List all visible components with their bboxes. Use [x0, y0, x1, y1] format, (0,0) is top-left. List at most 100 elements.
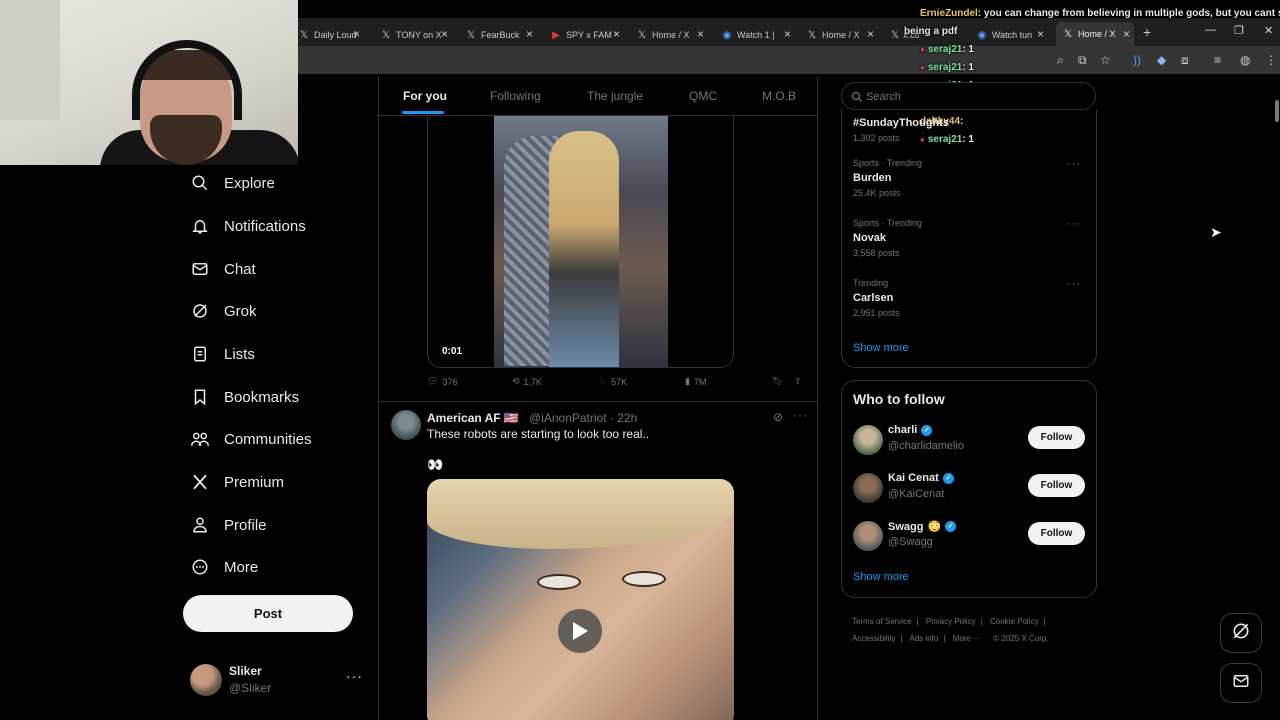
- follow-suggestion[interactable]: Swagg 😳 ✓ @Swagg Follow: [853, 520, 1093, 552]
- tab-qmc[interactable]: QMC: [689, 89, 717, 103]
- browser-tab-fearbuck[interactable]: 𝕏 FearBuck ×: [465, 25, 533, 45]
- footer-link[interactable]: Ads info: [909, 634, 938, 643]
- search-bar[interactable]: [841, 82, 1096, 110]
- sidebar-item-communities[interactable]: Communities: [190, 423, 312, 455]
- messages-float-button[interactable]: [1220, 663, 1262, 703]
- post[interactable]: American AF 🇺🇸 @iAnonPatriot · 22h ⊘ ···…: [379, 402, 817, 720]
- browser-tab-home-1[interactable]: 𝕏 Home / X ×: [636, 25, 704, 45]
- sidebar-item-more[interactable]: More: [190, 551, 258, 583]
- browser-tab-home-active[interactable]: 𝕏 Home / X ×: [1056, 22, 1134, 46]
- profile-icon[interactable]: ◍: [1240, 53, 1250, 67]
- cast-icon[interactable]: ⧉: [1078, 53, 1087, 68]
- follow-button[interactable]: Follow: [1028, 474, 1085, 497]
- post-button[interactable]: Post: [183, 595, 353, 632]
- reply-button[interactable]: 💬︎ 376: [427, 376, 457, 387]
- main-feed[interactable]: For you Following The jungle QMC M.O.B 0…: [378, 76, 818, 720]
- footer-link[interactable]: Privacy Policy: [926, 617, 976, 626]
- browser-tab-daily-loud[interactable]: 𝕏 Daily Loud ×: [298, 25, 360, 45]
- more-icon[interactable]: ···: [793, 408, 808, 422]
- post-author-handle[interactable]: @iAnonPatriot · 22h: [529, 411, 637, 425]
- tab-for-you[interactable]: For you: [403, 89, 447, 103]
- close-icon[interactable]: ×: [1123, 27, 1130, 41]
- sidebar-item-grok[interactable]: Grok: [190, 295, 257, 327]
- views-button[interactable]: ▮ 7M: [685, 376, 706, 387]
- browser-menu-icon[interactable]: ⋮: [1265, 53, 1277, 67]
- extensions-puzzle-icon[interactable]: ⧈: [1181, 53, 1189, 68]
- footer-link[interactable]: More ···: [953, 634, 981, 643]
- who-to-follow-show-more-link[interactable]: Show more: [853, 571, 909, 583]
- share-button[interactable]: ⇪: [794, 376, 802, 387]
- browser-tab-watch-1[interactable]: ◉ Watch 1 | ×: [721, 25, 791, 45]
- more-icon[interactable]: ···: [1067, 218, 1081, 230]
- scrollbar[interactable]: [1275, 100, 1279, 122]
- search-icon: [190, 173, 210, 193]
- follow-suggestion[interactable]: Kai Cenat ✓ @KaiCenat Follow: [853, 472, 1093, 504]
- close-icon[interactable]: ×: [867, 27, 874, 41]
- close-icon[interactable]: ×: [697, 27, 704, 41]
- grok-float-button[interactable]: [1220, 613, 1262, 653]
- sidebar-item-premium[interactable]: Premium: [190, 466, 284, 498]
- follow-button[interactable]: Follow: [1028, 426, 1085, 449]
- new-tab-button[interactable]: +: [1143, 24, 1151, 40]
- close-icon[interactable]: ×: [526, 27, 533, 41]
- play-icon[interactable]: [558, 609, 602, 653]
- trend-item[interactable]: Sports · Trending Novak 3,558 posts ···: [853, 218, 1093, 258]
- extension-shield-icon[interactable]: ◆: [1157, 53, 1166, 67]
- account-switcher[interactable]: Sliker @Sliker ···: [190, 662, 365, 698]
- close-icon[interactable]: ×: [441, 27, 448, 41]
- sidebar-item-profile[interactable]: Profile: [190, 509, 267, 541]
- zoom-icon[interactable]: ⌕: [1057, 53, 1064, 68]
- window-close-button[interactable]: ✕: [1264, 24, 1273, 37]
- post-video[interactable]: [427, 479, 734, 720]
- sidebar-item-notifications[interactable]: Notifications: [190, 210, 306, 242]
- sidebar-item-bookmarks[interactable]: Bookmarks: [190, 381, 299, 413]
- extension-audio-icon[interactable]: )): [1133, 53, 1141, 67]
- more-icon[interactable]: ···: [1067, 278, 1081, 290]
- grok-icon[interactable]: ⊘: [773, 410, 783, 424]
- close-icon[interactable]: ×: [613, 27, 620, 41]
- follow-button[interactable]: Follow: [1028, 522, 1085, 545]
- chat-message: being a pdf: [904, 26, 958, 37]
- who-to-follow-panel: Who to follow charli ✓ @charlidamelio Fol…: [841, 380, 1097, 598]
- browser-tab-watch-2[interactable]: ◉ Watch tun ×: [976, 25, 1044, 45]
- avatar[interactable]: [853, 521, 883, 551]
- avatar[interactable]: [853, 425, 883, 455]
- trend-item[interactable]: Trending Carlsen 2,951 posts ···: [853, 278, 1093, 318]
- post-video[interactable]: 0:01: [427, 116, 734, 368]
- minimize-button[interactable]: —: [1205, 24, 1216, 36]
- star-icon[interactable]: ☆: [1100, 53, 1111, 67]
- browser-tab-tony[interactable]: 𝕏 TONY on X ×: [380, 25, 448, 45]
- tab-mob[interactable]: M.O.B: [762, 89, 796, 103]
- browser-tab-spy[interactable]: ▶ SPY x FAM ×: [550, 25, 620, 45]
- tab-the-jungle[interactable]: The jungle: [587, 89, 643, 103]
- trend-item[interactable]: Sports · Trending Burden 25.4K posts ···: [853, 158, 1093, 198]
- avatar[interactable]: [853, 473, 883, 503]
- footer-link[interactable]: Accessibility: [852, 634, 896, 643]
- avatar[interactable]: [391, 410, 421, 440]
- footer-link[interactable]: Cookie Policy: [990, 617, 1038, 626]
- repost-button[interactable]: ⟲ 1.7K: [512, 376, 542, 387]
- close-icon[interactable]: ×: [353, 27, 360, 41]
- trends-panel: #SundayThoughts 1,302 posts Sports · Tre…: [841, 110, 1097, 368]
- like-button[interactable]: ♡ 57K: [599, 376, 627, 387]
- more-icon[interactable]: ···: [346, 668, 363, 684]
- account-handle: @Sliker: [229, 681, 272, 695]
- post-text: These robots are starting to look too re…: [427, 427, 650, 441]
- more-icon[interactable]: ···: [1067, 158, 1081, 170]
- post-author-name[interactable]: American AF 🇺🇸: [427, 411, 519, 425]
- sidebar-item-lists[interactable]: Lists: [190, 338, 255, 370]
- sidebar-item-explore[interactable]: Explore: [190, 167, 275, 199]
- tab-following[interactable]: Following: [490, 89, 541, 103]
- close-icon[interactable]: ×: [1037, 27, 1044, 41]
- restore-button[interactable]: ❐: [1234, 24, 1244, 37]
- trend-item[interactable]: #SundayThoughts 1,302 posts: [853, 113, 1093, 143]
- search-input[interactable]: [866, 88, 1066, 106]
- follow-suggestion[interactable]: charli ✓ @charlidamelio Follow: [853, 424, 1093, 456]
- trends-show-more-link[interactable]: Show more: [853, 342, 909, 354]
- close-icon[interactable]: ×: [784, 27, 791, 41]
- sidebar-item-chat[interactable]: Chat: [190, 253, 256, 285]
- media-control-icon[interactable]: ≡: [1214, 53, 1221, 67]
- browser-tab-home-2[interactable]: 𝕏 Home / X ×: [806, 25, 874, 45]
- footer-link[interactable]: Terms of Service: [852, 617, 912, 626]
- bookmark-button[interactable]: 🔖︎: [772, 376, 783, 387]
